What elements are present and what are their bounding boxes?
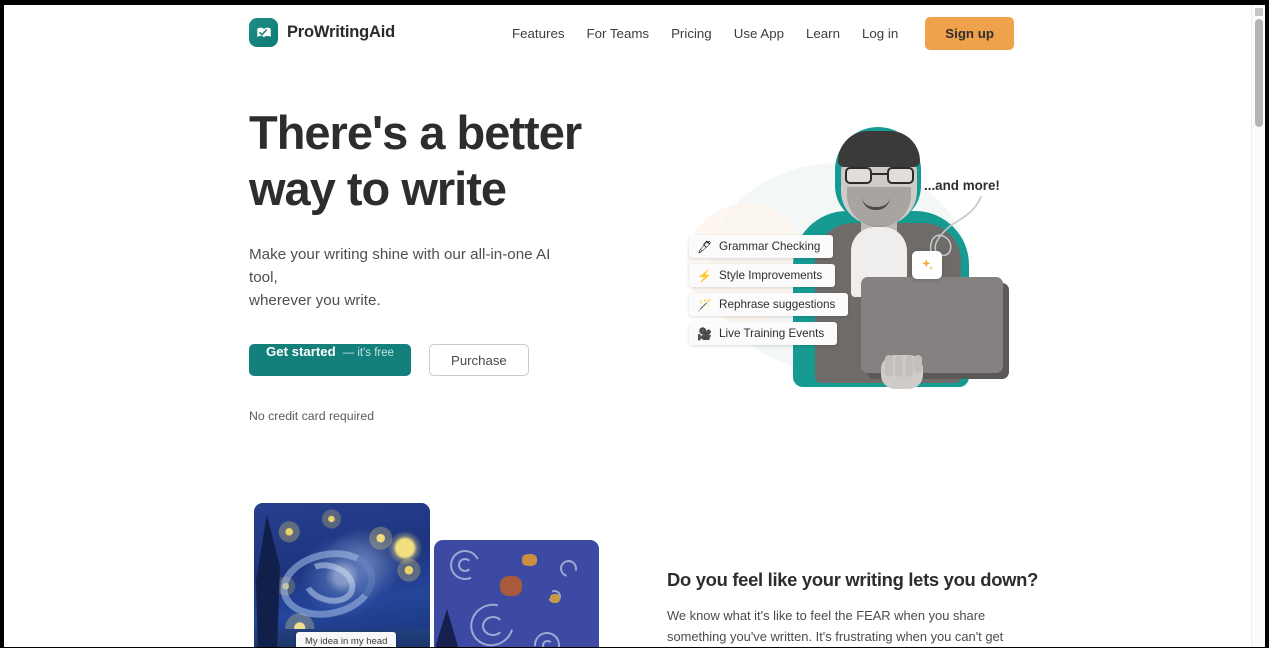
purchase-button[interactable]: Purchase [429,344,529,376]
feature-chip-label: Rephrase suggestions [719,298,836,311]
nav-item-features[interactable]: Features [501,18,575,49]
feature-chip: 🎥 Live Training Events [689,322,838,345]
hero-illustration: ...and more! 🖋 Grammar Checking ⚡ Style … [669,113,1019,393]
scroll-up-arrow-icon[interactable] [1255,8,1263,16]
page-content: ProWritingAid Features For Teams Pricing… [4,5,1251,647]
nav-item-pricing[interactable]: Pricing [660,18,723,49]
glasses-icon [845,167,914,184]
nav-item-log-in[interactable]: Log in [851,18,909,49]
hero-copy: There's a better way to write Make your … [249,105,649,423]
book-check-icon [249,18,278,47]
get-started-sublabel: — it's free [342,347,395,359]
feature-chip-label: Grammar Checking [719,240,821,253]
section-two-copy: Do you feel like your writing lets you d… [667,569,1039,647]
hero-subtitle: Make your writing shine with our all-in-… [249,246,551,309]
sign-up-button[interactable]: Sign up [925,17,1014,50]
and-more-callout: ...and more! [924,178,1000,193]
brand-logo[interactable]: ProWritingAid [249,18,395,47]
nav-item-use-app[interactable]: Use App [723,18,795,49]
section-two-title: Do you feel like your writing lets you d… [667,569,1039,590]
idea-vs-reality-illustration: My idea in my head [254,503,599,647]
vertical-scrollbar[interactable] [1251,5,1265,647]
sketch-painting-graphic [434,540,599,647]
get-started-button[interactable]: Get started — it's free [249,344,412,376]
feature-chip-list: 🖋 Grammar Checking ⚡ Style Improvements … [689,235,849,351]
my-idea-label: My idea in my head [296,632,397,647]
nav-item-for-teams[interactable]: For Teams [576,18,661,49]
feature-chip: ⚡ Style Improvements [689,264,836,287]
main-nav: Features For Teams Pricing Use App Learn… [501,17,1014,50]
get-started-label: Get started [266,344,336,359]
no-credit-card-note: No credit card required [249,409,375,423]
lightning-bolt-icon: ⚡ [697,268,712,283]
video-camera-icon: 🎥 [697,326,712,341]
feature-chip: 🪄 Rephrase suggestions [689,293,849,316]
hero-cta-row: Get started — it's free Purchase [249,344,649,376]
feature-chip-label: Style Improvements [719,269,823,282]
page-viewport: ProWritingAid Features For Teams Pricing… [4,5,1265,647]
hero-title: There's a better way to write [249,106,582,215]
scrollbar-thumb[interactable] [1255,19,1263,127]
starry-night-painting: My idea in my head [254,503,430,647]
feather-pen-icon: 🖋 [697,239,713,254]
brand-name: ProWritingAid [287,23,396,41]
sparkles-icon [912,251,942,279]
magic-wand-icon: 🪄 [697,297,712,312]
nav-item-learn[interactable]: Learn [795,18,851,49]
section-two-body: We know what it's like to feel the FEAR … [667,608,1004,644]
laptop-graphic [861,277,1003,373]
feature-chip-label: Live Training Events [719,327,825,340]
scrollbar-track[interactable] [1252,133,1265,647]
site-header: ProWritingAid Features For Teams Pricing… [4,5,1251,61]
hand-graphic [881,355,923,389]
browser-screen: ProWritingAid Features For Teams Pricing… [0,0,1269,648]
feature-chip: 🖋 Grammar Checking [689,235,834,258]
